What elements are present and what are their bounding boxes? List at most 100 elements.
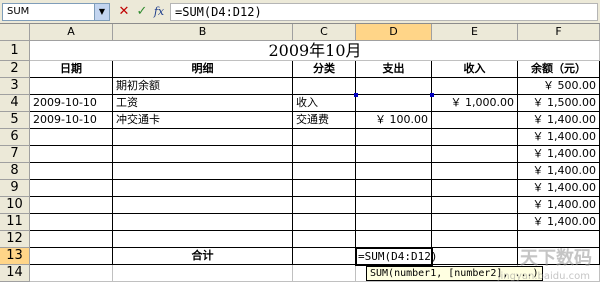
table-cell-balance[interactable]: ￥ 1,400.00 xyxy=(518,197,600,214)
table-cell-date[interactable] xyxy=(30,180,113,197)
table-cell-category[interactable] xyxy=(293,163,356,180)
table-cell-empty[interactable] xyxy=(113,231,293,248)
table-cell-income[interactable] xyxy=(432,146,518,163)
table-cell-income[interactable] xyxy=(432,129,518,146)
table-cell-expense[interactable] xyxy=(356,180,432,197)
column-header-b[interactable]: B xyxy=(113,24,293,41)
column-header-a[interactable]: A xyxy=(30,24,113,41)
table-cell-detail[interactable] xyxy=(113,214,293,231)
column-header-f[interactable]: F xyxy=(518,24,600,41)
header-expense[interactable]: 支出 xyxy=(356,61,432,78)
table-cell-detail[interactable] xyxy=(113,146,293,163)
table-cell-balance[interactable]: ￥ 1,400.00 xyxy=(518,129,600,146)
insert-function-icon[interactable]: fx xyxy=(151,3,167,21)
row-header-4[interactable]: 4 xyxy=(0,95,30,112)
row-header-3[interactable]: 3 xyxy=(0,78,30,95)
row-header-11[interactable]: 11 xyxy=(0,214,30,231)
table-cell-empty[interactable] xyxy=(356,231,432,248)
enter-icon[interactable]: ✓ xyxy=(134,3,150,21)
table-cell-detail[interactable] xyxy=(113,129,293,146)
table-cell-expense[interactable] xyxy=(356,129,432,146)
table-cell-date[interactable] xyxy=(30,214,113,231)
row-header-8[interactable]: 8 xyxy=(0,163,30,180)
table-cell-category[interactable] xyxy=(293,197,356,214)
table-cell-empty[interactable] xyxy=(293,231,356,248)
table-cell-detail[interactable]: 冲交通卡 xyxy=(113,112,293,129)
total-row-cell[interactable] xyxy=(432,248,518,265)
table-cell-balance[interactable]: ￥ 1,500.00 xyxy=(518,95,600,112)
table-cell-detail[interactable]: 期初余额 xyxy=(113,78,293,95)
table-cell-detail[interactable]: 工资 xyxy=(113,95,293,112)
table-cell-balance[interactable]: ￥ 1,400.00 xyxy=(518,180,600,197)
table-cell-income[interactable] xyxy=(432,180,518,197)
table-cell-expense[interactable] xyxy=(356,95,432,112)
total-label[interactable]: 合计 xyxy=(113,248,293,265)
total-row-cell[interactable] xyxy=(293,248,356,265)
table-cell-expense[interactable] xyxy=(356,214,432,231)
table-cell-date[interactable] xyxy=(30,129,113,146)
row-header-6[interactable]: 6 xyxy=(0,129,30,146)
table-cell-income[interactable] xyxy=(432,78,518,95)
table-cell-category[interactable] xyxy=(293,129,356,146)
row-header-5[interactable]: 5 xyxy=(0,112,30,129)
table-cell-category[interactable]: 交通费 xyxy=(293,112,356,129)
table-cell-expense[interactable] xyxy=(356,146,432,163)
table-cell-category[interactable] xyxy=(293,214,356,231)
table-cell-date[interactable] xyxy=(30,197,113,214)
row-header-14[interactable]: 14 xyxy=(0,265,30,282)
row-header-2[interactable]: 2 xyxy=(0,61,30,78)
name-box[interactable]: SUM ▼ xyxy=(2,3,110,21)
row-header-9[interactable]: 9 xyxy=(0,180,30,197)
table-cell-date[interactable] xyxy=(30,78,113,95)
header-category[interactable]: 分类 xyxy=(293,61,356,78)
table-cell-income[interactable]: ￥ 1,000.00 xyxy=(432,95,518,112)
table-cell-date[interactable] xyxy=(30,163,113,180)
table-cell-category[interactable] xyxy=(293,180,356,197)
row-header-13[interactable]: 13 xyxy=(0,248,30,265)
table-cell-detail[interactable] xyxy=(113,180,293,197)
header-balance[interactable]: 余额（元） xyxy=(518,61,600,78)
total-row-cell[interactable] xyxy=(30,248,113,265)
table-cell-balance[interactable]: ￥ 1,400.00 xyxy=(518,163,600,180)
table-cell-empty[interactable] xyxy=(113,265,293,282)
table-cell-empty[interactable] xyxy=(30,231,113,248)
table-cell-balance[interactable]: ￥ 500.00 xyxy=(518,78,600,95)
select-all-corner[interactable] xyxy=(0,24,30,41)
table-cell-income[interactable] xyxy=(432,163,518,180)
chevron-down-icon[interactable]: ▼ xyxy=(94,4,109,20)
table-cell-expense[interactable]: ￥ 100.00 xyxy=(356,112,432,129)
row-header-12[interactable]: 12 xyxy=(0,231,30,248)
header-detail[interactable]: 明细 xyxy=(113,61,293,78)
table-cell-income[interactable] xyxy=(432,214,518,231)
row-header-10[interactable]: 10 xyxy=(0,197,30,214)
table-cell-detail[interactable] xyxy=(113,163,293,180)
table-cell-expense[interactable] xyxy=(356,78,432,95)
column-header-d[interactable]: D xyxy=(356,24,432,41)
table-cell-empty[interactable] xyxy=(432,231,518,248)
table-cell-category[interactable]: 收入 xyxy=(293,95,356,112)
table-cell-empty[interactable] xyxy=(30,265,113,282)
table-cell-date[interactable]: 2009-10-10 xyxy=(30,95,113,112)
formula-input[interactable]: =SUM(D4:D12) xyxy=(170,3,598,21)
table-cell-category[interactable] xyxy=(293,146,356,163)
cancel-icon[interactable]: ✕ xyxy=(116,3,132,21)
table-cell-balance[interactable]: ￥ 1,400.00 xyxy=(518,214,600,231)
table-cell-expense[interactable] xyxy=(356,163,432,180)
row-header-7[interactable]: 7 xyxy=(0,146,30,163)
header-date[interactable]: 日期 xyxy=(30,61,113,78)
column-header-c[interactable]: C xyxy=(293,24,356,41)
table-cell-date[interactable] xyxy=(30,146,113,163)
table-cell-income[interactable] xyxy=(432,197,518,214)
table-cell-empty[interactable] xyxy=(293,265,356,282)
table-cell-income[interactable] xyxy=(432,112,518,129)
table-cell-date[interactable]: 2009-10-10 xyxy=(30,112,113,129)
active-cell-d13[interactable]: =SUM(D4:D12) xyxy=(355,247,437,266)
table-cell-balance[interactable]: ￥ 1,400.00 xyxy=(518,146,600,163)
table-cell-balance[interactable]: ￥ 1,400.00 xyxy=(518,112,600,129)
column-header-e[interactable]: E xyxy=(432,24,518,41)
table-cell-expense[interactable] xyxy=(356,197,432,214)
table-cell-category[interactable] xyxy=(293,78,356,95)
table-cell-detail[interactable] xyxy=(113,197,293,214)
row-header-1[interactable]: 1 xyxy=(0,41,30,61)
header-income[interactable]: 收入 xyxy=(432,61,518,78)
